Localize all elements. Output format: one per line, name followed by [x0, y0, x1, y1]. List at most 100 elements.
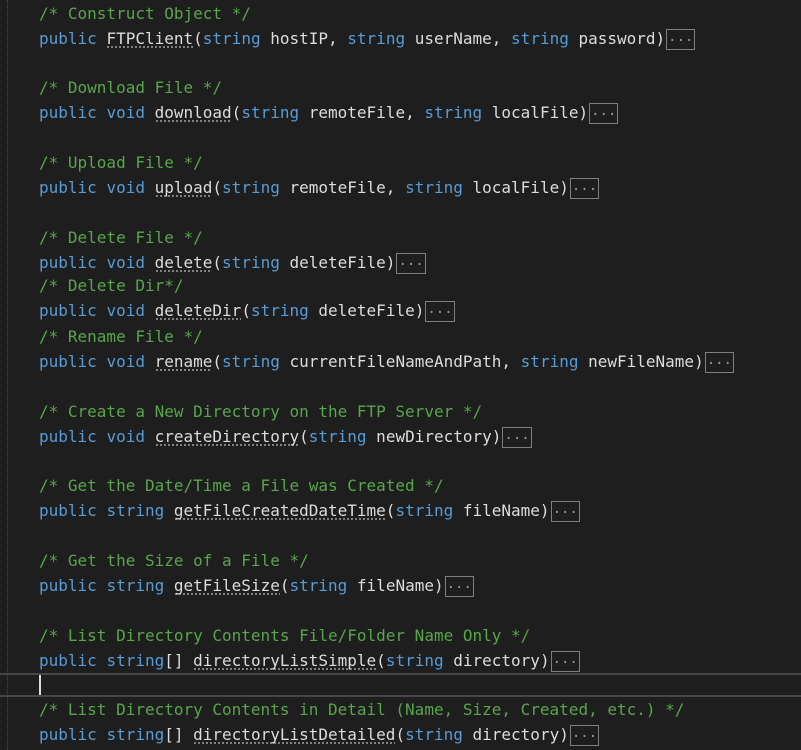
code-token: (	[385, 501, 396, 520]
code-comment: /* Upload File */	[39, 153, 203, 172]
code-comment: /* Delete Dir*/	[39, 276, 184, 295]
text-caret	[39, 675, 41, 695]
collapsed-region-button[interactable]: ...	[550, 651, 580, 672]
keyword-token: public	[39, 301, 97, 320]
method-name: delete	[154, 253, 213, 273]
collapsed-region-button[interactable]: ...	[589, 103, 619, 124]
code-editor[interactable]: /* Construct Object */public FTPClient(s…	[0, 0, 801, 750]
current-line-highlight	[0, 673, 801, 697]
keyword-token: void	[106, 352, 145, 371]
keyword-token: public	[39, 29, 97, 48]
code-comment: /* Get the Date/Time a File was Created …	[39, 476, 444, 495]
code-token: currentFileNameAndPath,	[279, 352, 521, 371]
code-comment: /* Create a New Directory on the FTP Ser…	[39, 402, 483, 421]
keyword-token: string	[347, 29, 406, 48]
keyword-token: public	[39, 103, 97, 122]
method-signature: public string getFileCreatedDateTime(str…	[39, 499, 580, 523]
keyword-token: string	[511, 29, 569, 48]
code-token: directory)	[462, 725, 569, 744]
keyword-token: string	[222, 178, 280, 197]
keyword-token: void	[106, 253, 145, 272]
keyword-token: public	[39, 725, 97, 744]
keyword-token: void	[106, 301, 145, 320]
collapsed-region-button[interactable]: ...	[569, 725, 600, 746]
indent-guide	[7, 0, 8, 750]
method-signature: public void deleteDir(string deleteFile)…	[39, 299, 455, 323]
keyword-token: string	[106, 501, 165, 520]
method-name: download	[154, 103, 232, 123]
method-name: directoryListDetailed	[193, 725, 396, 745]
collapsed-region-button[interactable]: ...	[704, 352, 734, 373]
code-token: (	[212, 178, 223, 197]
method-signature: public void delete(string deleteFile)...	[39, 251, 426, 275]
code-comment: /* Rename File */	[39, 327, 203, 346]
method-name: deleteDir	[154, 301, 242, 321]
keyword-token: void	[106, 427, 145, 446]
method-signature: public void upload(string remoteFile, st…	[39, 176, 600, 200]
collapsed-region-button[interactable]: ...	[569, 178, 600, 199]
keyword-token: string	[106, 725, 165, 744]
code-token: (	[212, 352, 223, 371]
code-token: (	[376, 651, 386, 670]
collapsed-region-button[interactable]: ...	[666, 29, 696, 50]
collapsed-region-button[interactable]: ...	[550, 501, 580, 522]
method-name: FTPClient	[106, 29, 194, 49]
keyword-token: public	[39, 427, 97, 446]
collapsed-region-button[interactable]: ...	[425, 301, 455, 322]
collapsed-region-button[interactable]: ...	[502, 427, 532, 448]
keyword-token: public	[39, 501, 97, 520]
collapsed-region-button[interactable]: ...	[396, 253, 426, 274]
keyword-token: string	[106, 651, 165, 670]
method-signature: public string[] directoryListDetailed(st…	[39, 723, 600, 747]
code-token: (	[395, 725, 406, 744]
keyword-token: string	[395, 501, 454, 520]
keyword-token: string	[202, 29, 261, 48]
code-token: (	[241, 301, 251, 320]
code-comment: /* List Directory Contents in Detail (Na…	[39, 700, 685, 719]
code-token: (	[193, 29, 203, 48]
code-token: []	[164, 725, 194, 744]
code-token: userName,	[405, 29, 512, 48]
keyword-token: string	[424, 103, 483, 122]
code-comment: /* Get the Size of a File */	[39, 551, 309, 570]
method-name: getFileSize	[173, 576, 280, 596]
keyword-token: void	[106, 178, 145, 197]
code-token: remoteFile,	[279, 178, 406, 197]
method-signature: public void createDirectory(string newDi…	[39, 425, 532, 449]
collapsed-region-button[interactable]: ...	[444, 576, 474, 597]
code-token: newFileName)	[578, 352, 704, 371]
code-token: deleteFile)	[279, 253, 396, 272]
keyword-token: public	[39, 352, 97, 371]
code-token: (	[231, 103, 242, 122]
method-signature: public void rename(string currentFileNam…	[39, 350, 734, 374]
code-token: localFile)	[462, 178, 569, 197]
keyword-token: string	[222, 352, 280, 371]
keyword-token: string	[520, 352, 579, 371]
code-token: (	[299, 427, 309, 446]
method-signature: public void download(string remoteFile, …	[39, 101, 619, 125]
code-token: newDirectory)	[366, 427, 502, 446]
code-token: password)	[568, 29, 666, 48]
method-name: directoryListSimple	[193, 651, 377, 671]
code-comment: /* Download File */	[39, 78, 223, 97]
code-token: directory)	[443, 651, 550, 670]
code-token: []	[164, 651, 194, 670]
method-signature: public FTPClient(string hostIP, string u…	[39, 27, 696, 51]
method-signature: public string[] directoryListSimple(stri…	[39, 649, 580, 673]
keyword-token: string	[222, 253, 280, 272]
